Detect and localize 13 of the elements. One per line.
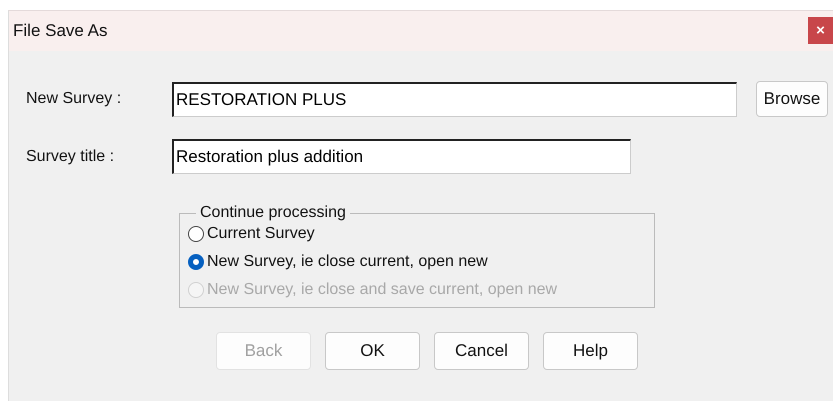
dialog-button[interactable]: OK: [325, 332, 420, 370]
field-label: Survey title :: [26, 148, 116, 166]
group-title: Continue processing: [199, 204, 347, 222]
radio-option[interactable]: New Survey, ie close current, open new: [188, 250, 654, 273]
radio-option[interactable]: Current Survey: [188, 222, 654, 245]
text-field[interactable]: RESTORATION PLUS: [172, 82, 737, 116]
field-label: New Survey :: [26, 90, 122, 108]
window-title: File Save As: [12, 21, 108, 41]
dialog-button[interactable]: Help: [543, 332, 638, 370]
dialog-button[interactable]: Cancel: [434, 332, 529, 370]
text-field[interactable]: Restoration plus addition: [172, 139, 631, 174]
close-button[interactable]: ×: [808, 16, 833, 44]
browse-button[interactable]: Browse: [756, 81, 828, 117]
